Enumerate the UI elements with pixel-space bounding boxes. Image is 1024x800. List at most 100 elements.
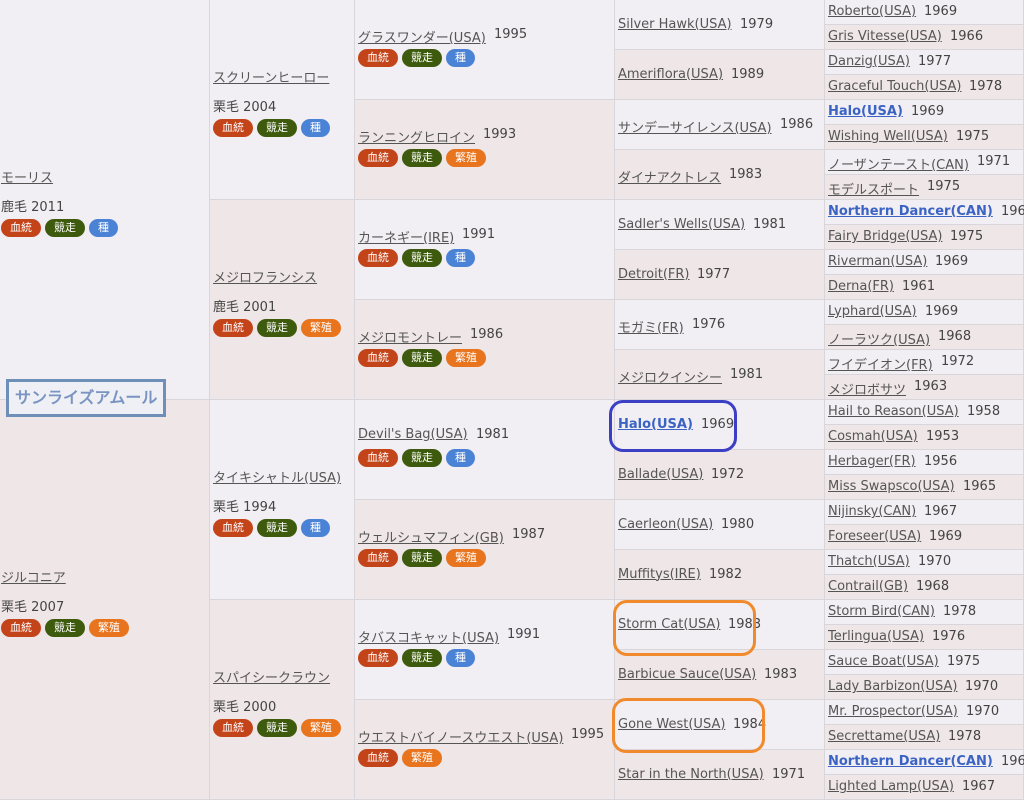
horse-link[interactable]: Graceful Touch(USA) bbox=[828, 79, 961, 94]
badge-sire[interactable]: 種 bbox=[301, 519, 330, 537]
badge-race[interactable]: 競走 bbox=[257, 319, 297, 337]
horse-link[interactable]: Storm Cat(USA) bbox=[618, 617, 720, 632]
horse-link[interactable]: ノーラツク(USA) bbox=[828, 329, 930, 348]
horse-link[interactable]: モデルスポート bbox=[828, 179, 919, 198]
horse-link[interactable]: フイデイオン(FR) bbox=[828, 354, 933, 373]
badge-breed[interactable]: 繁殖 bbox=[446, 349, 486, 367]
horse-link[interactable]: ジルコニア bbox=[1, 567, 66, 586]
badge-blood[interactable]: 血統 bbox=[213, 119, 253, 137]
badge-breed[interactable]: 繁殖 bbox=[446, 149, 486, 167]
badge-race[interactable]: 競走 bbox=[402, 149, 442, 167]
horse-link[interactable]: グラスワンダー(USA) bbox=[358, 27, 486, 46]
horse-link[interactable]: Muffitys(IRE) bbox=[618, 567, 701, 582]
badge-blood[interactable]: 血統 bbox=[213, 519, 253, 537]
horse-link[interactable]: Gris Vitesse(USA) bbox=[828, 29, 942, 44]
horse-link[interactable]: Nijinsky(CAN) bbox=[828, 504, 916, 519]
badge-race[interactable]: 競走 bbox=[402, 649, 442, 667]
horse-link[interactable]: サンデーサイレンス(USA) bbox=[618, 117, 772, 136]
badge-breed[interactable]: 繁殖 bbox=[402, 749, 442, 767]
horse-link[interactable]: Devil's Bag(USA) bbox=[358, 427, 468, 442]
horse-link[interactable]: Hail to Reason(USA) bbox=[828, 404, 959, 419]
horse-link[interactable]: Northern Dancer(CAN) bbox=[828, 204, 993, 219]
badge-sire[interactable]: 種 bbox=[446, 649, 475, 667]
horse-link[interactable]: Northern Dancer(CAN) bbox=[828, 754, 993, 769]
horse-link[interactable]: Fairy Bridge(USA) bbox=[828, 229, 942, 244]
badge-blood[interactable]: 血統 bbox=[358, 249, 398, 267]
horse-link[interactable]: Herbager(FR) bbox=[828, 454, 916, 469]
horse-link[interactable]: Secrettame(USA) bbox=[828, 729, 940, 744]
horse-link[interactable]: モガミ(FR) bbox=[618, 317, 684, 336]
horse-link[interactable]: Storm Bird(CAN) bbox=[828, 604, 935, 619]
badge-blood[interactable]: 血統 bbox=[1, 219, 41, 237]
badge-race[interactable]: 競走 bbox=[402, 449, 442, 467]
horse-link[interactable]: タイキシャトル(USA) bbox=[213, 467, 341, 486]
badge-race[interactable]: 競走 bbox=[402, 549, 442, 567]
horse-link[interactable]: Contrail(GB) bbox=[828, 579, 908, 594]
horse-link[interactable]: タバスコキャット(USA) bbox=[358, 627, 499, 646]
horse-link[interactable]: ウェルシュマフィン(GB) bbox=[358, 527, 504, 546]
horse-link[interactable]: Roberto(USA) bbox=[828, 4, 916, 19]
badge-race[interactable]: 競走 bbox=[402, 49, 442, 67]
horse-link[interactable]: Lighted Lamp(USA) bbox=[828, 779, 954, 794]
horse-link[interactable]: ランニングヒロイン bbox=[358, 127, 475, 146]
horse-link[interactable]: Ballade(USA) bbox=[618, 467, 703, 482]
badge-blood[interactable]: 血統 bbox=[358, 49, 398, 67]
badge-race[interactable]: 競走 bbox=[257, 119, 297, 137]
badge-breed[interactable]: 繁殖 bbox=[301, 319, 341, 337]
horse-link[interactable]: Miss Swapsco(USA) bbox=[828, 479, 955, 494]
badge-blood[interactable]: 血統 bbox=[1, 619, 41, 637]
horse-link[interactable]: Star in the North(USA) bbox=[618, 767, 764, 782]
horse-link[interactable]: メジロフランシス bbox=[213, 267, 317, 286]
horse-link[interactable]: ダイナアクトレス bbox=[618, 167, 721, 186]
badge-blood[interactable]: 血統 bbox=[213, 319, 253, 337]
horse-link[interactable]: Mr. Prospector(USA) bbox=[828, 704, 958, 719]
badge-blood[interactable]: 血統 bbox=[358, 349, 398, 367]
badge-sire[interactable]: 種 bbox=[446, 49, 475, 67]
horse-link[interactable]: Danzig(USA) bbox=[828, 54, 910, 69]
horse-link[interactable]: Cosmah(USA) bbox=[828, 429, 918, 444]
badge-breed[interactable]: 繁殖 bbox=[446, 549, 486, 567]
horse-link[interactable]: メジロモントレー bbox=[358, 327, 462, 346]
horse-link[interactable]: ノーザンテースト(CAN) bbox=[828, 154, 969, 173]
badge-sire[interactable]: 種 bbox=[89, 219, 118, 237]
badge-blood[interactable]: 血統 bbox=[358, 549, 398, 567]
horse-link[interactable]: カーネギー(IRE) bbox=[358, 227, 454, 246]
badge-race[interactable]: 競走 bbox=[257, 719, 297, 737]
horse-link[interactable]: Lyphard(USA) bbox=[828, 304, 917, 319]
horse-link[interactable]: Wishing Well(USA) bbox=[828, 129, 948, 144]
horse-link[interactable]: Gone West(USA) bbox=[618, 717, 725, 732]
horse-link[interactable]: Detroit(FR) bbox=[618, 267, 689, 282]
horse-link[interactable]: Halo(USA) bbox=[618, 417, 693, 432]
horse-link[interactable]: Ameriflora(USA) bbox=[618, 67, 723, 82]
badge-race[interactable]: 競走 bbox=[402, 249, 442, 267]
horse-link[interactable]: メジロクインシー bbox=[618, 367, 722, 386]
horse-link[interactable]: モーリス bbox=[1, 167, 53, 186]
badge-blood[interactable]: 血統 bbox=[358, 749, 398, 767]
horse-link[interactable]: スパイシークラウン bbox=[213, 667, 330, 686]
badge-race[interactable]: 競走 bbox=[45, 219, 85, 237]
badge-blood[interactable]: 血統 bbox=[213, 719, 253, 737]
badge-sire[interactable]: 種 bbox=[446, 449, 475, 467]
horse-link[interactable]: Sauce Boat(USA) bbox=[828, 654, 939, 669]
badge-sire[interactable]: 種 bbox=[301, 119, 330, 137]
badge-blood[interactable]: 血統 bbox=[358, 149, 398, 167]
horse-link[interactable]: Foreseer(USA) bbox=[828, 529, 921, 544]
horse-link[interactable]: Lady Barbizon(USA) bbox=[828, 679, 957, 694]
horse-link[interactable]: Halo(USA) bbox=[828, 104, 903, 119]
horse-link[interactable]: Derna(FR) bbox=[828, 279, 894, 294]
badge-race[interactable]: 競走 bbox=[257, 519, 297, 537]
horse-link[interactable]: Caerleon(USA) bbox=[618, 517, 713, 532]
horse-link[interactable]: Barbicue Sauce(USA) bbox=[618, 667, 756, 682]
horse-link[interactable]: Silver Hawk(USA) bbox=[618, 17, 732, 32]
badge-race[interactable]: 競走 bbox=[402, 349, 442, 367]
badge-sire[interactable]: 種 bbox=[446, 249, 475, 267]
horse-link[interactable]: ウエストバイノースウエスト(USA) bbox=[358, 727, 563, 746]
horse-link[interactable]: Terlingua(USA) bbox=[828, 629, 924, 644]
badge-blood[interactable]: 血統 bbox=[358, 449, 398, 467]
horse-link[interactable]: Thatch(USA) bbox=[828, 554, 910, 569]
horse-link[interactable]: メジロボサツ bbox=[828, 379, 906, 398]
horse-link[interactable]: Sadler's Wells(USA) bbox=[618, 217, 745, 232]
horse-link[interactable]: スクリーンヒーロー bbox=[213, 67, 329, 86]
badge-breed[interactable]: 繁殖 bbox=[301, 719, 341, 737]
badge-race[interactable]: 競走 bbox=[45, 619, 85, 637]
